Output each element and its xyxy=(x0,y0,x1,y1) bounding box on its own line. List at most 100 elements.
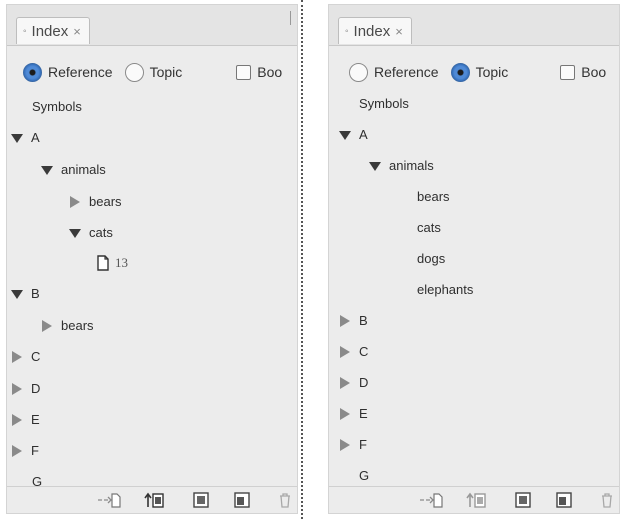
list-item-a[interactable]: A xyxy=(337,125,368,145)
disclosure-closed-icon[interactable] xyxy=(337,437,353,453)
disclosure-open-icon[interactable] xyxy=(9,286,25,302)
book-checkbox-label[interactable]: Boo xyxy=(257,64,282,80)
update-preview-icon[interactable] xyxy=(144,492,164,508)
entry-label: C xyxy=(359,344,369,359)
generate-index-icon[interactable] xyxy=(556,492,572,508)
disclosure-closed-icon[interactable] xyxy=(39,318,55,334)
panel-tab-strip: ◦ Index × xyxy=(7,5,297,46)
disclosure-open-icon[interactable] xyxy=(337,127,353,143)
entry-label: E xyxy=(31,412,40,427)
mode-radio-group: Reference Topic Boo xyxy=(23,57,297,87)
list-item-g[interactable]: G xyxy=(359,466,369,486)
page-reference-13[interactable]: 13 xyxy=(96,253,128,273)
index-toolbar xyxy=(329,486,619,513)
list-item-bears[interactable]: bears xyxy=(417,187,450,207)
page-reference-icon xyxy=(97,255,109,271)
list-item-d[interactable]: D xyxy=(337,373,368,393)
reference-radio-label[interactable]: Reference xyxy=(48,64,113,80)
list-item-f[interactable]: F xyxy=(337,435,367,455)
entry-label: Symbols xyxy=(359,96,409,111)
new-entry-icon[interactable] xyxy=(515,492,531,508)
list-item-e[interactable]: E xyxy=(9,410,40,430)
entry-label: G xyxy=(359,468,370,483)
list-item-d[interactable]: D xyxy=(9,379,40,399)
disclosure-closed-icon[interactable] xyxy=(337,313,353,329)
panel-grip[interactable] xyxy=(290,11,291,25)
list-item-cats[interactable]: cats xyxy=(417,218,441,238)
list-item-b[interactable]: B xyxy=(337,311,368,331)
delete-icon[interactable] xyxy=(599,492,615,508)
new-entry-icon[interactable] xyxy=(193,492,209,508)
list-item-animals[interactable]: animals xyxy=(39,160,106,180)
list-item-bears[interactable]: bears xyxy=(39,316,94,336)
list-item-c[interactable]: C xyxy=(337,342,368,362)
tab-close-icon[interactable]: × xyxy=(395,24,403,39)
disclosure-closed-icon[interactable] xyxy=(337,344,353,360)
mode-radio-group: Reference Topic Boo xyxy=(349,57,619,87)
topic-radio-label[interactable]: Topic xyxy=(476,64,509,80)
disclosure-closed-icon[interactable] xyxy=(337,406,353,422)
tab-dot-icon: ◦ xyxy=(23,25,27,37)
index-toolbar xyxy=(7,486,297,513)
list-item-bears[interactable]: bears xyxy=(67,192,122,212)
index-tab[interactable]: ◦ Index × xyxy=(16,17,90,44)
entry-label: bears xyxy=(89,194,122,209)
delete-icon[interactable] xyxy=(277,492,293,508)
index-tab[interactable]: ◦ Index × xyxy=(338,17,412,44)
entry-label: D xyxy=(31,381,41,396)
entry-label: dogs xyxy=(417,251,446,266)
disclosure-closed-icon[interactable] xyxy=(9,349,25,365)
update-preview-icon[interactable] xyxy=(466,492,486,508)
list-item-dogs[interactable]: dogs xyxy=(417,249,445,269)
reference-radio[interactable] xyxy=(349,62,368,82)
tab-close-icon[interactable]: × xyxy=(73,24,81,39)
entry-label: A xyxy=(31,130,40,145)
disclosure-closed-icon[interactable] xyxy=(9,412,25,428)
entry-label: A xyxy=(359,127,368,142)
book-checkbox[interactable] xyxy=(236,64,252,80)
disclosure-open-icon[interactable] xyxy=(9,130,25,146)
page-number: 13 xyxy=(115,255,128,270)
list-item-e[interactable]: E xyxy=(337,404,368,424)
entry-label: F xyxy=(31,443,39,458)
go-to-entry-icon[interactable] xyxy=(419,492,443,508)
topic-radio-label[interactable]: Topic xyxy=(150,64,183,80)
entry-label: C xyxy=(31,349,41,364)
index-panel-topic: ◦ Index × Reference Topic Boo Symbols A … xyxy=(328,4,620,514)
disclosure-closed-icon[interactable] xyxy=(9,443,25,459)
reference-radio[interactable] xyxy=(23,62,42,82)
entry-label: cats xyxy=(89,225,113,240)
list-item-a[interactable]: A xyxy=(9,128,40,148)
list-item-cats[interactable]: cats xyxy=(67,223,113,243)
reference-radio-label[interactable]: Reference xyxy=(374,64,439,80)
entry-label: F xyxy=(359,437,367,452)
entry-label: B xyxy=(31,286,40,301)
index-panel-reference: ◦ Index × Reference Topic Boo Symbols A … xyxy=(6,4,298,514)
list-item-animals[interactable]: animals xyxy=(367,156,434,176)
disclosure-closed-icon[interactable] xyxy=(337,375,353,391)
entry-label: animals xyxy=(61,162,106,177)
book-checkbox[interactable] xyxy=(560,64,576,80)
topic-radio[interactable] xyxy=(124,62,144,82)
entry-label: D xyxy=(359,375,369,390)
entry-label: B xyxy=(359,313,368,328)
disclosure-closed-icon[interactable] xyxy=(67,194,83,210)
list-item-f[interactable]: F xyxy=(9,441,39,461)
disclosure-closed-icon[interactable] xyxy=(9,381,25,397)
list-item-symbols[interactable]: Symbols xyxy=(359,94,409,114)
topic-radio[interactable] xyxy=(450,62,470,82)
list-item-elephants[interactable]: elephants xyxy=(417,280,473,300)
entry-label: Symbols xyxy=(32,99,82,114)
entry-label: bears xyxy=(61,318,94,333)
list-item-b[interactable]: B xyxy=(9,284,40,304)
generate-index-icon[interactable] xyxy=(234,492,250,508)
disclosure-open-icon[interactable] xyxy=(39,162,55,178)
list-item-c[interactable]: C xyxy=(9,347,40,367)
entry-label: elephants xyxy=(417,282,474,297)
list-item-symbols[interactable]: Symbols xyxy=(32,97,82,117)
entry-label: E xyxy=(359,406,368,421)
go-to-entry-icon[interactable] xyxy=(97,492,121,508)
book-checkbox-label[interactable]: Boo xyxy=(581,64,606,80)
disclosure-open-icon[interactable] xyxy=(367,158,383,174)
disclosure-open-icon[interactable] xyxy=(67,225,83,241)
